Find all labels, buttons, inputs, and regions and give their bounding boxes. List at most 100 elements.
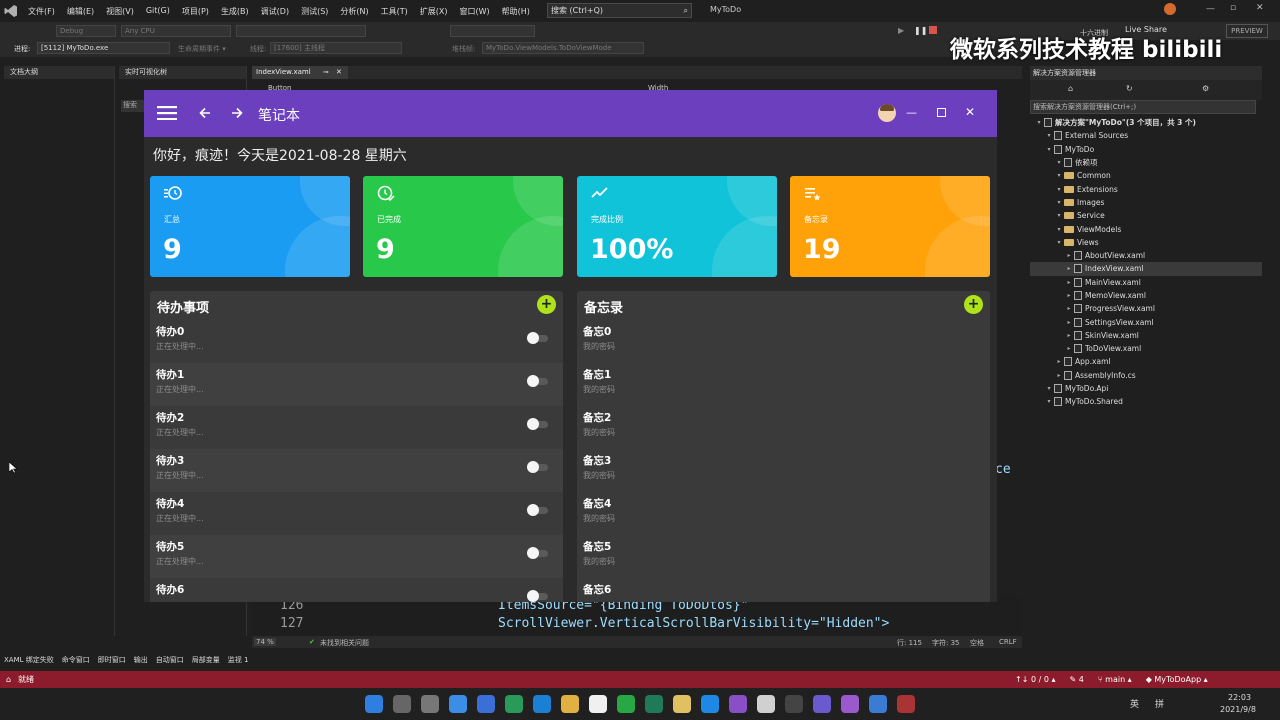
menu-item[interactable]: 工具(T)	[375, 6, 414, 17]
stop-icon[interactable]	[929, 26, 937, 34]
user-avatar[interactable]	[878, 104, 896, 122]
memo-item[interactable]: 备忘5 我的密码	[577, 535, 990, 578]
todo-toggle[interactable]	[527, 461, 550, 473]
todo-item[interactable]: 待办6	[150, 578, 563, 602]
expander-icon[interactable]: ▾	[1044, 132, 1054, 139]
expander-icon[interactable]: ▾	[1044, 385, 1054, 392]
taskbar-app-icon[interactable]	[561, 695, 579, 713]
expander-icon[interactable]: ▾	[1044, 398, 1054, 405]
memo-item[interactable]: 备忘3 我的密码	[577, 449, 990, 492]
ime-indicator[interactable]: 拼	[1155, 697, 1164, 710]
taskbar-app-icon[interactable]	[421, 695, 439, 713]
memo-item[interactable]: 备忘1 我的密码	[577, 363, 990, 406]
todo-item[interactable]: 待办0 正在处理中...	[150, 320, 563, 363]
tree-item[interactable]: ▾ Service	[1030, 209, 1262, 222]
expander-icon[interactable]: ▾	[1054, 199, 1064, 206]
menu-item[interactable]: 分析(N)	[334, 6, 374, 17]
tree-item[interactable]: ▸ MemoView.xaml	[1030, 289, 1262, 302]
refresh-icon[interactable]: ↻	[1126, 84, 1133, 93]
taskbar-app-icon[interactable]	[617, 695, 635, 713]
home-icon[interactable]: ⌂	[1068, 84, 1073, 93]
tree-item[interactable]: ▾ MyToDo	[1030, 143, 1262, 156]
tab-indexview[interactable]: IndexView.xaml ⊸ ✕	[252, 66, 348, 79]
menu-item[interactable]: 生成(B)	[215, 6, 255, 17]
menu-item[interactable]: 编辑(E)	[61, 6, 100, 17]
tree-item[interactable]: ▾ MyToDo.Api	[1030, 382, 1262, 395]
todo-item[interactable]: 待办4 正在处理中...	[150, 492, 563, 535]
memo-item[interactable]: 备忘6	[577, 578, 990, 602]
expander-icon[interactable]: ▾	[1054, 172, 1064, 179]
todo-toggle[interactable]	[527, 375, 550, 387]
minimize-ide-icon[interactable]: —	[1206, 4, 1215, 14]
expander-icon[interactable]: ▸	[1064, 332, 1074, 339]
spaces-mode[interactable]: 空格	[970, 638, 984, 648]
expander-icon[interactable]: ▾	[1054, 159, 1064, 166]
pause-icon[interactable]: ❚❚	[914, 26, 927, 35]
bottom-tab[interactable]: XAML 绑定失败	[0, 655, 58, 665]
bottom-tab[interactable]: 即时窗口	[94, 655, 130, 665]
solution-search-input[interactable]: 搜索解决方案资源管理器(Ctrl+;)	[1030, 100, 1256, 114]
bottom-tab[interactable]: 自动窗口	[152, 655, 188, 665]
menu-item[interactable]: 扩展(X)	[414, 6, 454, 17]
todo-toggle[interactable]	[527, 504, 550, 516]
expander-icon[interactable]: ▾	[1054, 226, 1064, 233]
expander-icon[interactable]: ▸	[1054, 358, 1064, 365]
back-arrow-icon[interactable]	[199, 107, 211, 119]
tree-item[interactable]: ▾ Extensions	[1030, 182, 1262, 195]
taskbar-app-icon[interactable]	[869, 695, 887, 713]
taskbar-app-icon[interactable]	[813, 695, 831, 713]
taskbar-app-icon[interactable]	[365, 695, 383, 713]
taskbar-app-icon[interactable]	[673, 695, 691, 713]
memo-item[interactable]: 备忘4 我的密码	[577, 492, 990, 535]
menu-item[interactable]: 窗口(W)	[454, 6, 496, 17]
status-item[interactable]: ✎ 4	[1069, 671, 1083, 688]
bottom-tab[interactable]: 监视 1	[224, 655, 253, 665]
tree-item[interactable]: ▾ External Sources	[1030, 129, 1262, 142]
menu-item[interactable]: 帮助(H)	[496, 6, 536, 17]
expander-icon[interactable]: ▾	[1054, 186, 1064, 193]
summary-card[interactable]: 汇总 9	[150, 176, 350, 277]
todo-item[interactable]: 待办3 正在处理中...	[150, 449, 563, 492]
taskbar-app-icon[interactable]	[505, 695, 523, 713]
menu-item[interactable]: 调试(D)	[255, 6, 295, 17]
tree-item[interactable]: ▸ App.xaml	[1030, 355, 1262, 368]
taskbar-app-icon[interactable]	[729, 695, 747, 713]
taskbar-app-icon[interactable]	[757, 695, 775, 713]
todo-item[interactable]: 待办2 正在处理中...	[150, 406, 563, 449]
taskbar-app-icon[interactable]	[785, 695, 803, 713]
close-icon[interactable]: ✕	[965, 105, 975, 119]
tree-item[interactable]: ▾ Images	[1030, 196, 1262, 209]
taskbar-app-icon[interactable]	[477, 695, 495, 713]
tree-item[interactable]: ▾ 依赖项	[1030, 156, 1262, 169]
expander-icon[interactable]: ▸	[1064, 305, 1074, 312]
tree-item[interactable]: ▸ AssemblyInfo.cs	[1030, 369, 1262, 382]
expander-icon[interactable]: ▾	[1054, 239, 1064, 246]
menu-item[interactable]: 视图(V)	[100, 6, 140, 17]
lang-indicator[interactable]: 英	[1130, 697, 1139, 710]
taskbar-app-icon[interactable]	[589, 695, 607, 713]
tree-item[interactable]: ▸ IndexView.xaml	[1030, 262, 1262, 276]
menu-item[interactable]: Git(G)	[140, 6, 176, 17]
config-select[interactable]: Debug	[56, 25, 116, 37]
tree-item[interactable]: ▸ ProgressView.xaml	[1030, 302, 1262, 315]
expander-icon[interactable]: ▸	[1064, 252, 1074, 259]
issues-text[interactable]: 未找到相关问题	[320, 638, 369, 648]
lifecycle-events[interactable]: 生命周期事件 ▾	[178, 44, 226, 54]
maximize-icon[interactable]	[937, 108, 946, 117]
summary-card[interactable]: 备忘录 19	[790, 176, 990, 277]
process-select[interactable]: [5112] MyToDo.exe	[37, 42, 170, 54]
tree-item[interactable]: ▸ AboutView.xaml	[1030, 249, 1262, 262]
startup-select[interactable]	[236, 25, 366, 37]
hamburger-menu-icon[interactable]	[157, 106, 177, 120]
status-item[interactable]: ↑↓ 0 / 0 ▴	[1015, 671, 1055, 688]
todo-item[interactable]: 待办1 正在处理中...	[150, 363, 563, 406]
todo-toggle[interactable]	[527, 590, 550, 602]
taskbar-app-icon[interactable]	[897, 695, 915, 713]
account-avatar[interactable]	[1164, 3, 1176, 15]
taskbar-app-icon[interactable]	[841, 695, 859, 713]
expander-icon[interactable]: ▸	[1064, 319, 1074, 326]
bottom-tab[interactable]: 命令窗口	[58, 655, 94, 665]
todo-toggle[interactable]	[527, 332, 550, 344]
summary-card[interactable]: 已完成 9	[363, 176, 563, 277]
expander-icon[interactable]: ▸	[1064, 292, 1074, 299]
